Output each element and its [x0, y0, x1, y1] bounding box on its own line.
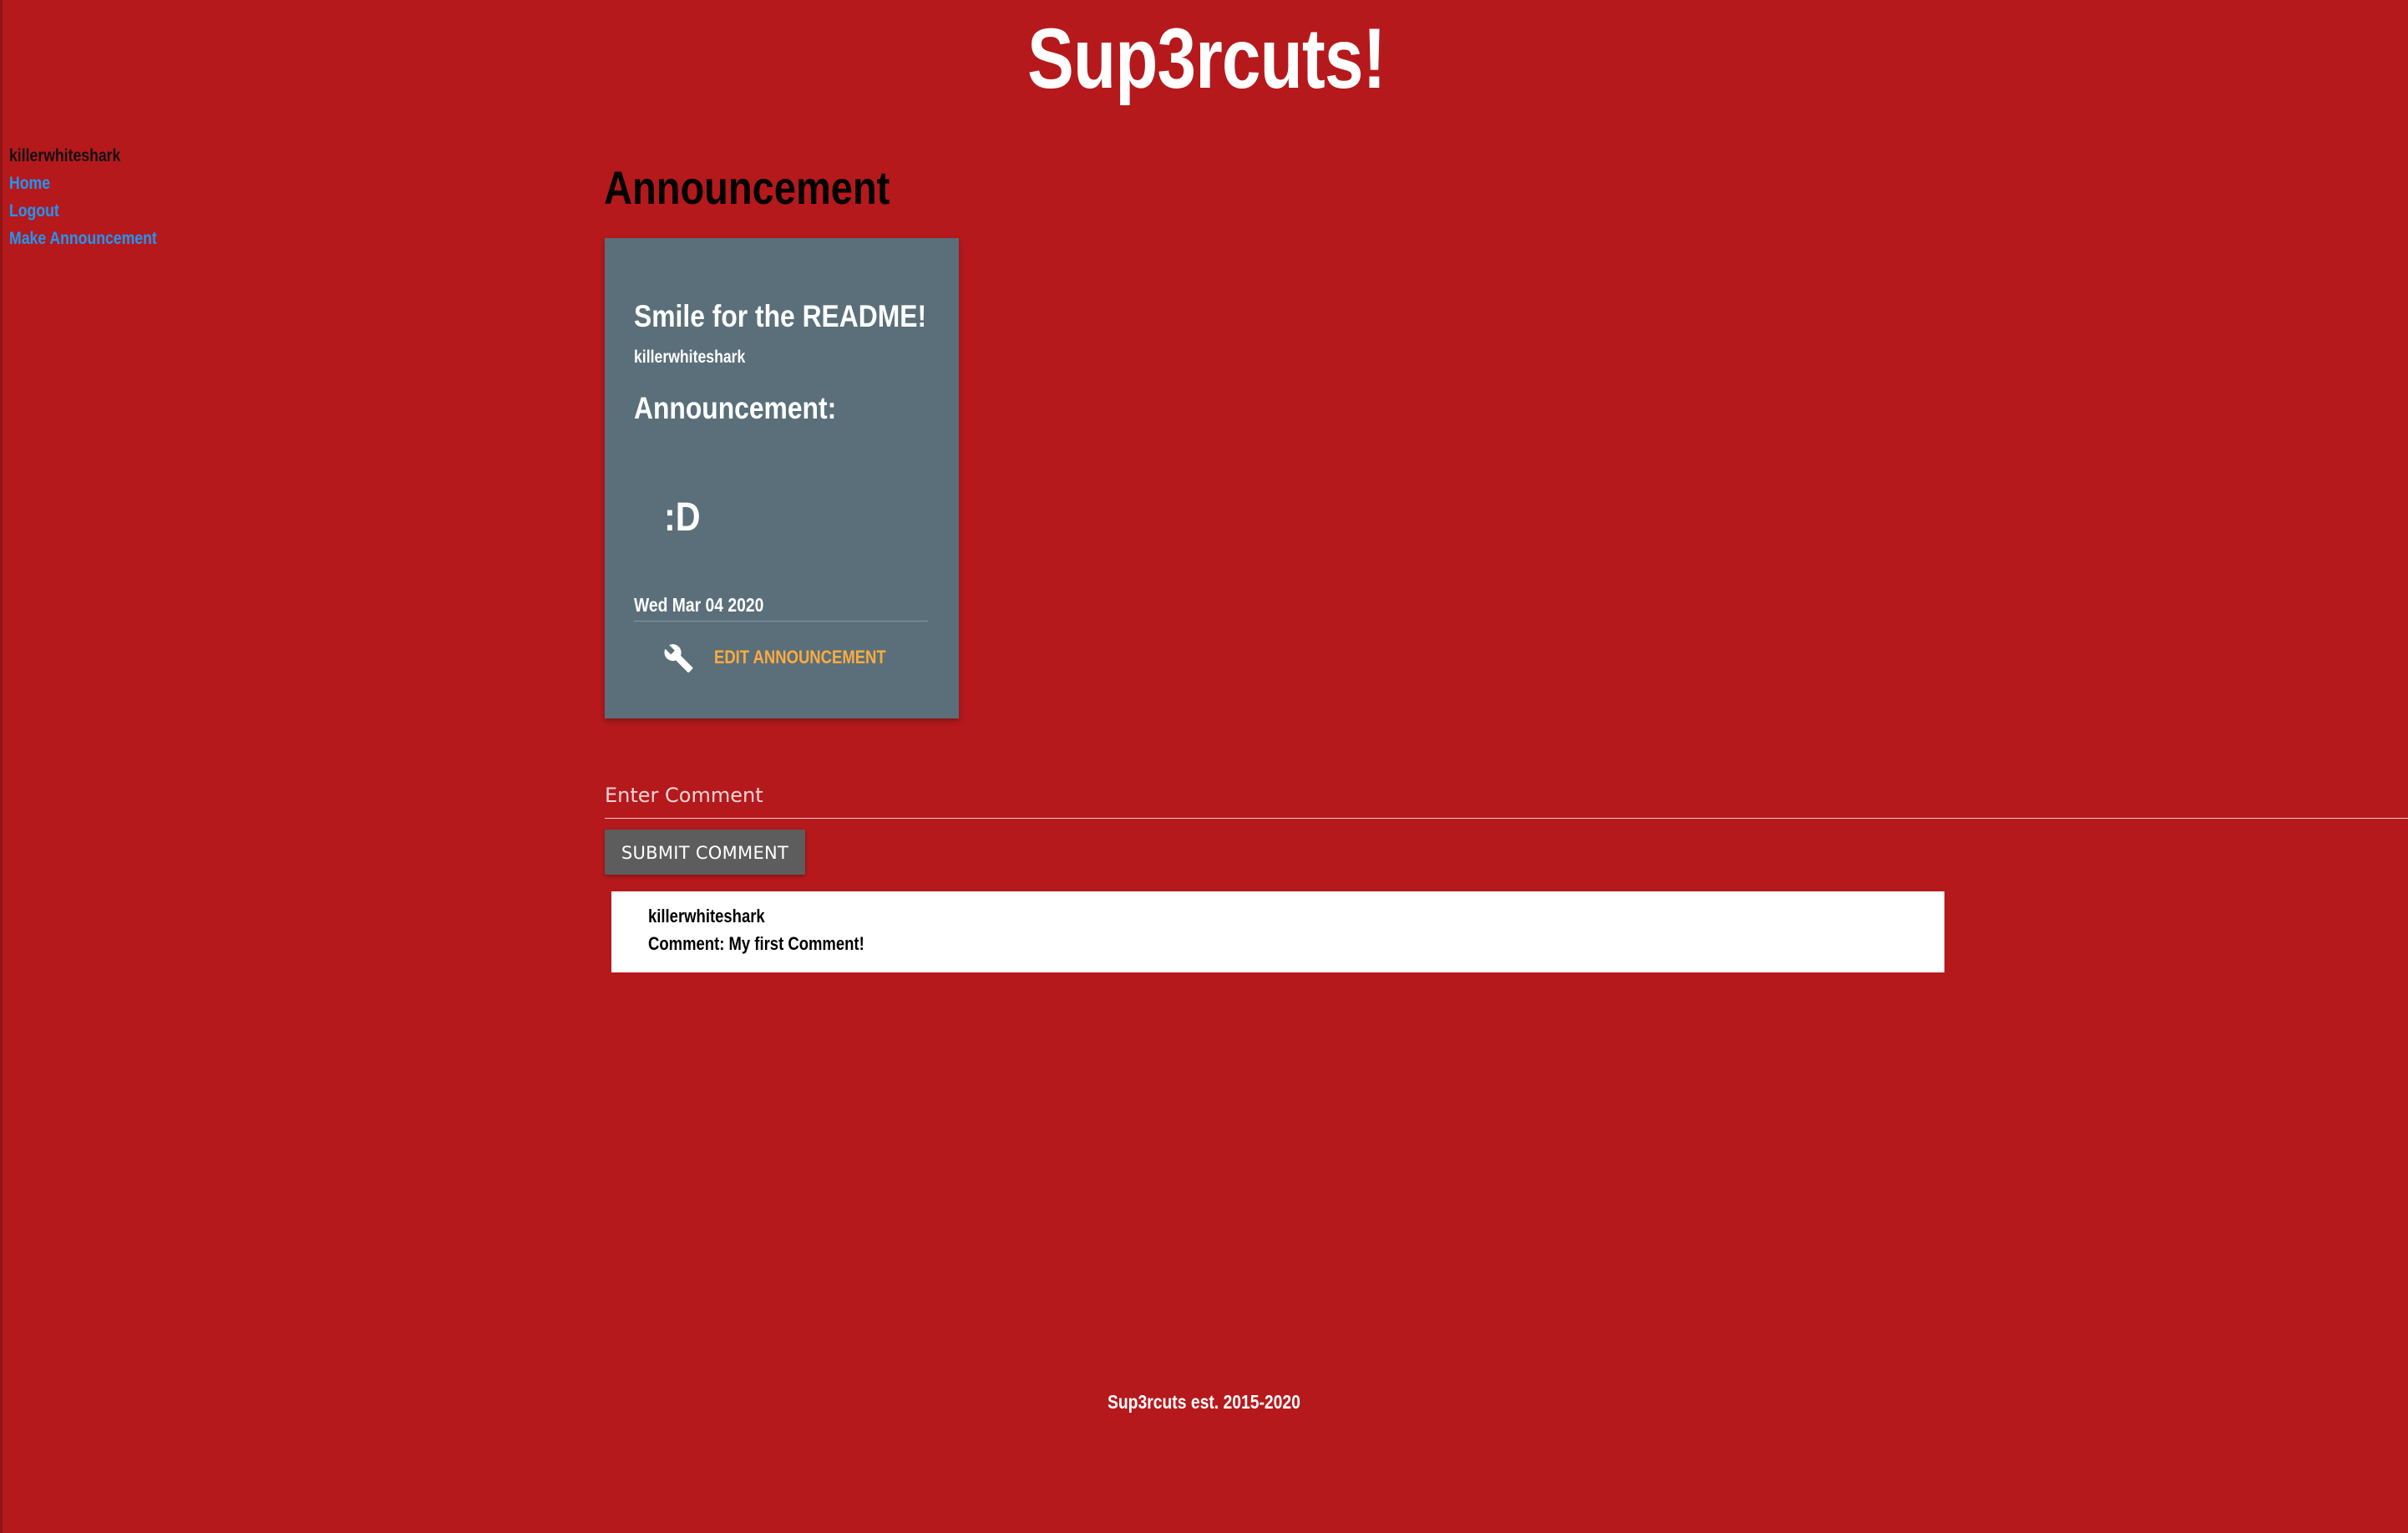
- comment-input[interactable]: [605, 773, 2408, 819]
- submit-comment-button[interactable]: SUBMIT COMMENT: [605, 830, 805, 875]
- announcement-title: Smile for the README!: [634, 299, 927, 333]
- page-left-border: [0, 0, 3, 1533]
- announcement-card: Smile for the README! killerwhiteshark A…: [605, 238, 959, 718]
- sidebar-navigation: killerwhiteshark Home Logout Make Announ…: [9, 142, 185, 252]
- wrench-icon: [664, 644, 693, 673]
- sidebar-link-make-announcement[interactable]: Make Announcement: [9, 225, 157, 252]
- card-divider: [634, 621, 928, 622]
- page-title: Announcement: [604, 161, 890, 214]
- sidebar-link-home[interactable]: Home: [9, 170, 157, 197]
- announcement-author: killerwhiteshark: [634, 348, 746, 367]
- comment-author: killerwhiteshark: [648, 906, 765, 926]
- comment-form: SUBMIT COMMENT: [605, 773, 2408, 875]
- edit-announcement-label: EDIT ANNOUNCEMENT: [714, 647, 886, 668]
- comment-card: killerwhiteshark Comment: My first Comme…: [611, 891, 1944, 972]
- announcement-label: Announcement:: [634, 391, 837, 425]
- comment-text: Comment: My first Comment!: [648, 933, 864, 954]
- sidebar-link-logout[interactable]: Logout: [9, 197, 157, 225]
- footer-text: Sup3rcuts est. 2015-2020: [1108, 1391, 1300, 1413]
- edit-announcement-button[interactable]: EDIT ANNOUNCEMENT: [663, 639, 905, 676]
- announcement-date: Wed Mar 04 2020: [634, 594, 764, 616]
- announcement-body: :D: [664, 495, 701, 540]
- site-title: Sup3rcuts!: [1027, 11, 1386, 106]
- sidebar-username: killerwhiteshark: [9, 146, 121, 165]
- footer: Sup3rcuts est. 2015-2020: [0, 1389, 2408, 1414]
